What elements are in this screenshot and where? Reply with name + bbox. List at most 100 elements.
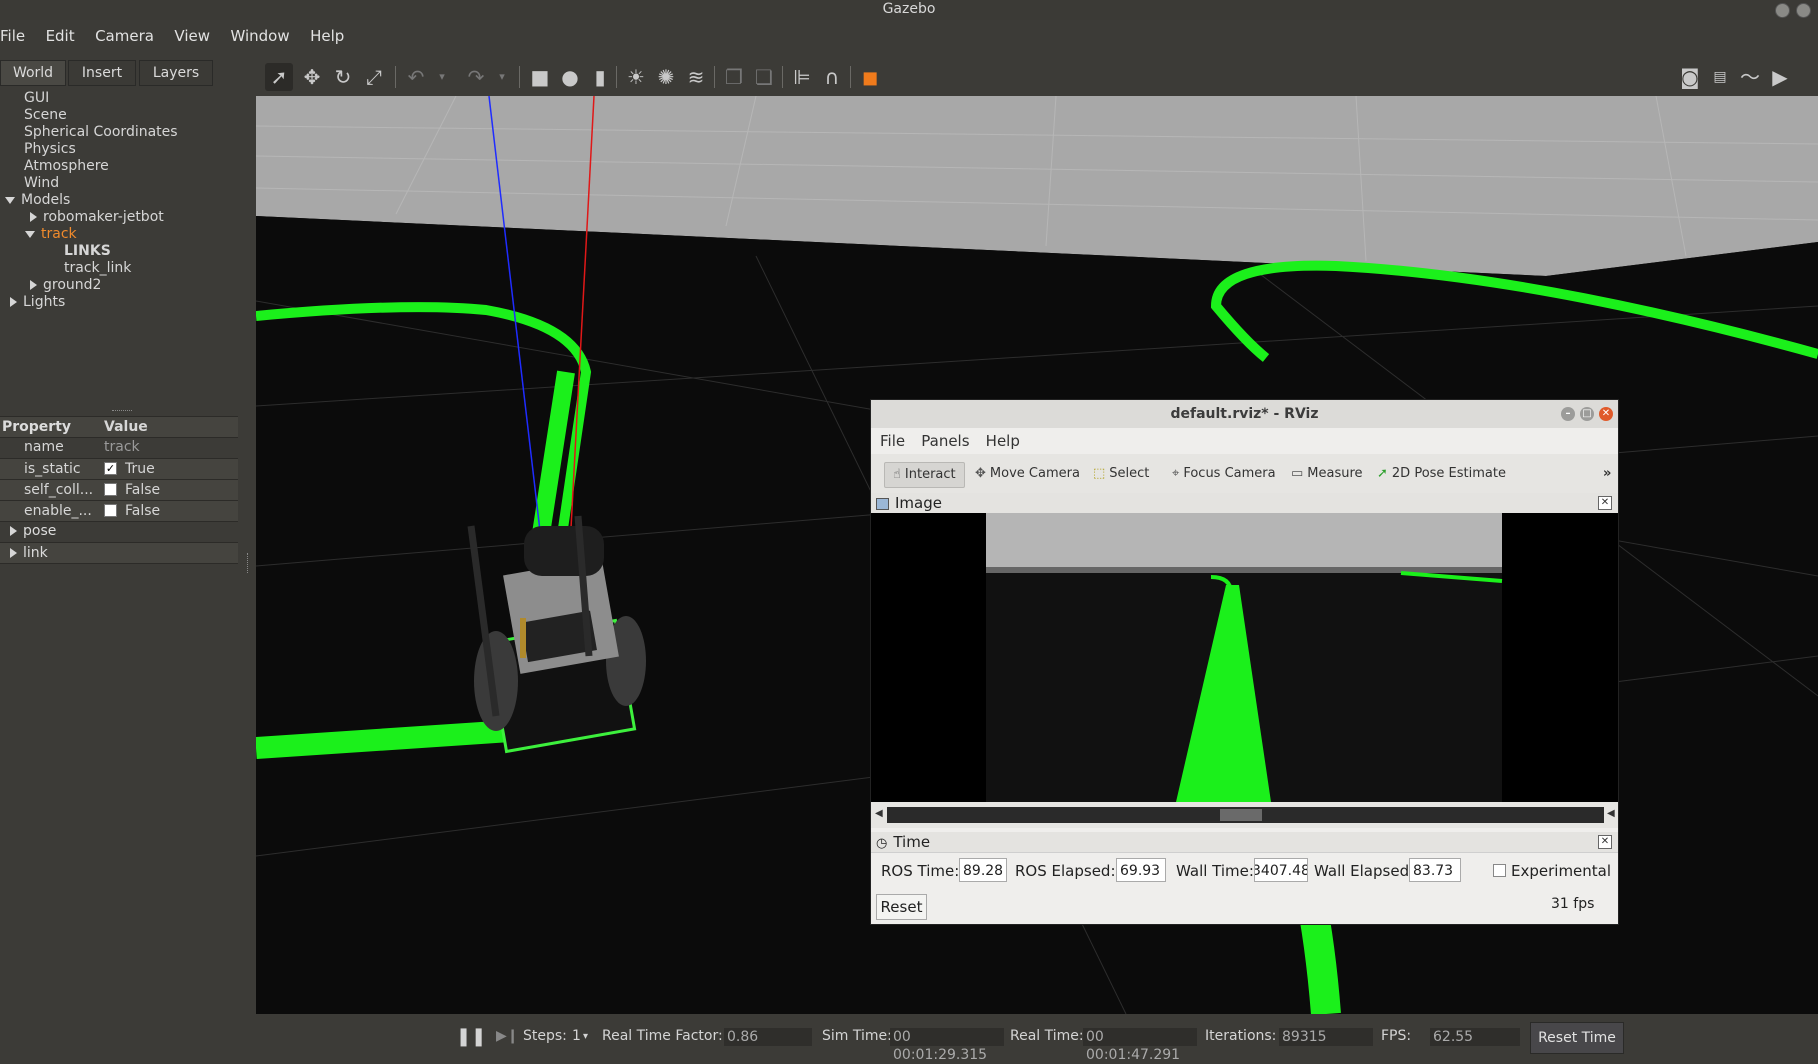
- menu-view[interactable]: View: [166, 22, 218, 50]
- close-icon[interactable]: ✕: [1599, 407, 1613, 421]
- pose-arrow-icon: ➚: [1377, 466, 1388, 481]
- expand-down-icon[interactable]: [25, 230, 35, 238]
- align-icon[interactable]: ⊫: [788, 63, 816, 91]
- rviz-title-bar[interactable]: default.rviz* - RViz – □ ✕: [871, 400, 1618, 428]
- tree-item-models[interactable]: Models: [5, 192, 70, 209]
- property-group-pose[interactable]: pose: [0, 521, 238, 541]
- expand-right-icon[interactable]: [30, 212, 37, 222]
- tree-item-track[interactable]: track: [25, 226, 77, 243]
- property-group-link[interactable]: link: [0, 542, 238, 564]
- image-scrollbar[interactable]: ◀ ◀: [871, 802, 1618, 828]
- steps-value[interactable]: 1: [572, 1014, 581, 1059]
- expand-right-icon[interactable]: [30, 280, 37, 290]
- tree-item-atmosphere[interactable]: Atmosphere: [24, 158, 109, 175]
- menu-help[interactable]: Help: [302, 22, 352, 50]
- copy-icon[interactable]: ❐: [720, 63, 748, 91]
- translate-icon[interactable]: ✥: [298, 63, 326, 91]
- menu-window[interactable]: Window: [222, 22, 297, 50]
- chevron-down-icon[interactable]: ▾: [428, 63, 456, 91]
- experimental-checkbox[interactable]: [1493, 864, 1506, 877]
- scale-icon[interactable]: ⤢: [360, 63, 388, 91]
- toolbar-overflow-button[interactable]: »: [1603, 462, 1611, 486]
- tool-interact[interactable]: ☝ Interact: [884, 462, 965, 488]
- wall-time-field[interactable]: 3407.48: [1254, 858, 1308, 882]
- rviz-menu-help[interactable]: Help: [980, 428, 1026, 454]
- maximize-button[interactable]: [1796, 3, 1811, 18]
- menu-camera[interactable]: Camera: [87, 22, 162, 50]
- undo-icon[interactable]: ↶: [402, 63, 430, 91]
- menu-edit[interactable]: Edit: [38, 22, 83, 50]
- close-icon[interactable]: ✕: [1598, 835, 1612, 849]
- tree-item-track-link[interactable]: track_link: [64, 260, 131, 277]
- snap-icon[interactable]: ∩: [818, 63, 846, 91]
- cylinder-icon[interactable]: ▮: [586, 63, 614, 91]
- minimize-button[interactable]: [1775, 3, 1790, 18]
- pose-group-label: pose: [10, 521, 56, 540]
- tree-item-physics[interactable]: Physics: [24, 141, 76, 158]
- expand-right-icon[interactable]: [10, 526, 17, 536]
- tool-select[interactable]: ⬚ Select: [1093, 462, 1149, 486]
- tree-item-wind[interactable]: Wind: [24, 175, 59, 192]
- expand-right-icon[interactable]: [10, 548, 17, 558]
- pause-icon[interactable]: ❚❚: [456, 1014, 486, 1059]
- tree-item-links-header: LINKS: [64, 243, 111, 259]
- chevron-down-icon[interactable]: ▾: [488, 63, 516, 91]
- rviz-title: default.rviz* - RViz: [1170, 406, 1319, 422]
- plot-icon[interactable]: 〜: [1736, 63, 1764, 91]
- expand-down-icon[interactable]: [5, 196, 15, 204]
- select-mode-icon[interactable]: ➚: [265, 63, 293, 91]
- log-icon[interactable]: ▤: [1706, 63, 1734, 91]
- link-group-label: link: [10, 543, 48, 562]
- splitter-grip[interactable]: [247, 553, 250, 573]
- box-icon[interactable]: ■: [526, 63, 554, 91]
- image-panel-title: Image: [895, 494, 942, 512]
- tool-move-camera[interactable]: ✥ Move Camera: [975, 462, 1080, 486]
- redo-icon[interactable]: ↷: [462, 63, 490, 91]
- video-icon[interactable]: ▶: [1766, 63, 1794, 91]
- tree-item-lights[interactable]: Lights: [10, 294, 65, 311]
- tree-item-ground2[interactable]: ground2: [30, 277, 101, 294]
- ros-elapsed-field[interactable]: 69.93: [1116, 858, 1166, 882]
- sphere-icon[interactable]: ●: [556, 63, 584, 91]
- tool-2d-pose-estimate[interactable]: ➚ 2D Pose Estimate: [1377, 462, 1506, 486]
- screenshot-icon[interactable]: ◙: [1676, 63, 1704, 91]
- tree-item-robomaker-jetbot[interactable]: robomaker-jetbot: [30, 209, 164, 226]
- step-icon[interactable]: ▶❙: [496, 1014, 519, 1059]
- paste-icon[interactable]: ❏: [750, 63, 778, 91]
- checkbox-checked[interactable]: ✓: [104, 461, 117, 475]
- tree-item-spherical-coordinates[interactable]: Spherical Coordinates: [24, 124, 178, 141]
- property-value: True: [125, 461, 155, 477]
- chevron-down-icon[interactable]: ▾: [583, 1014, 588, 1059]
- resize-grip[interactable]: [112, 410, 132, 412]
- directional-light-icon[interactable]: ≋: [682, 63, 710, 91]
- scroll-right-icon[interactable]: ◀: [1607, 808, 1615, 819]
- reset-time-button[interactable]: Reset Time: [1530, 1022, 1624, 1054]
- rotate-icon[interactable]: ↻: [329, 63, 357, 91]
- checkbox[interactable]: [104, 482, 117, 496]
- tree-item-gui[interactable]: GUI: [24, 90, 49, 107]
- rviz-menu-file[interactable]: File: [871, 428, 911, 454]
- tab-insert[interactable]: Insert: [68, 60, 136, 86]
- ros-time-field[interactable]: 89.28: [959, 858, 1007, 882]
- spot-light-icon[interactable]: ✺: [652, 63, 680, 91]
- view-angle-icon[interactable]: ◼: [856, 63, 884, 91]
- tool-measure[interactable]: ▭ Measure: [1291, 462, 1363, 486]
- close-icon[interactable]: ✕: [1598, 496, 1612, 510]
- rviz-menu-panels[interactable]: Panels: [915, 428, 975, 454]
- reset-button[interactable]: Reset: [876, 894, 927, 920]
- minimize-icon[interactable]: –: [1561, 407, 1575, 421]
- scroll-left-icon[interactable]: ◀: [875, 808, 883, 819]
- tab-layers[interactable]: Layers: [139, 60, 213, 86]
- panel-splitter[interactable]: [244, 58, 252, 1059]
- tab-world[interactable]: World: [0, 60, 66, 86]
- wall-elapsed-field[interactable]: 83.73: [1409, 858, 1461, 882]
- maximize-icon[interactable]: □: [1580, 407, 1594, 421]
- scroll-thumb[interactable]: [1220, 809, 1262, 821]
- toolbar-separator: [395, 66, 396, 88]
- expand-right-icon[interactable]: [10, 297, 17, 307]
- menu-file[interactable]: File: [0, 22, 33, 50]
- tool-focus-camera[interactable]: ⌖ Focus Camera: [1172, 462, 1276, 486]
- point-light-icon[interactable]: ☀: [622, 63, 650, 91]
- tree-item-scene[interactable]: Scene: [24, 107, 67, 124]
- checkbox[interactable]: [104, 503, 117, 517]
